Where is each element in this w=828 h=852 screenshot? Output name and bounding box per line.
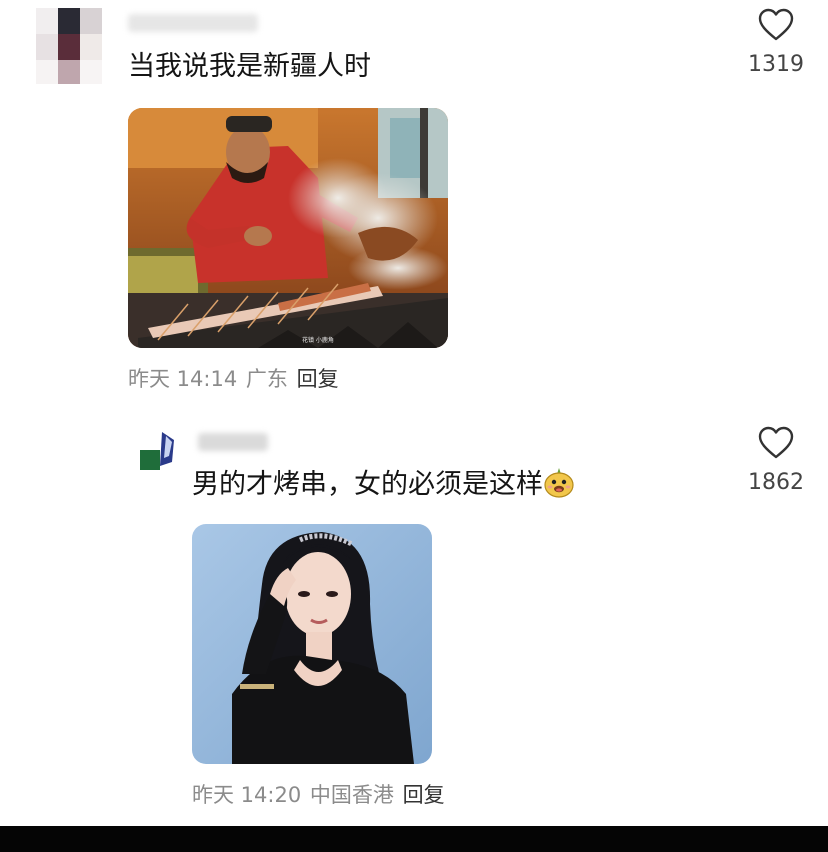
smiling-face-emoji — [544, 468, 574, 498]
barbecue-photo: 花镇 小鹿角 — [128, 108, 448, 348]
comment-image[interactable]: 花镇 小鹿角 — [128, 108, 448, 348]
reply-commenter-name[interactable] — [198, 433, 268, 451]
heart-outline-icon — [758, 8, 794, 41]
reply-like-button[interactable]: 1862 — [736, 424, 816, 504]
photo-watermark: 花镇 小鹿角 — [302, 336, 334, 344]
like-button[interactable]: 1319 — [736, 6, 816, 86]
bottom-bar — [0, 826, 828, 852]
reply-like-count: 1862 — [748, 470, 804, 495]
like-count: 1319 — [748, 52, 804, 77]
reply-comment-meta: 昨天 14:20 中国香港 回复 — [192, 779, 447, 809]
commenter-avatar[interactable] — [36, 8, 102, 84]
heart-outline-icon — [758, 426, 794, 459]
comment-time: 昨天 14:14 — [128, 367, 238, 391]
reply-button[interactable]: 回复 — [297, 367, 339, 391]
reply-comment-text: 男的才烤串，女的必须是这样 — [192, 466, 575, 502]
comment-text: 当我说我是新疆人时 — [128, 51, 371, 82]
avatar-image — [138, 432, 178, 474]
commenter-name[interactable] — [128, 14, 258, 32]
reply-comment-time: 昨天 14:20 — [192, 783, 302, 807]
reply-commenter-avatar[interactable] — [138, 432, 178, 474]
reply-comment-location: 中国香港 — [309, 783, 394, 807]
reply-comment-image[interactable] — [192, 524, 432, 764]
portrait-photo — [192, 524, 432, 764]
comment-location: 广东 — [245, 367, 288, 391]
reply-reply-button[interactable]: 回复 — [403, 783, 445, 807]
comment-meta: 昨天 14:14 广东 回复 — [128, 363, 341, 393]
